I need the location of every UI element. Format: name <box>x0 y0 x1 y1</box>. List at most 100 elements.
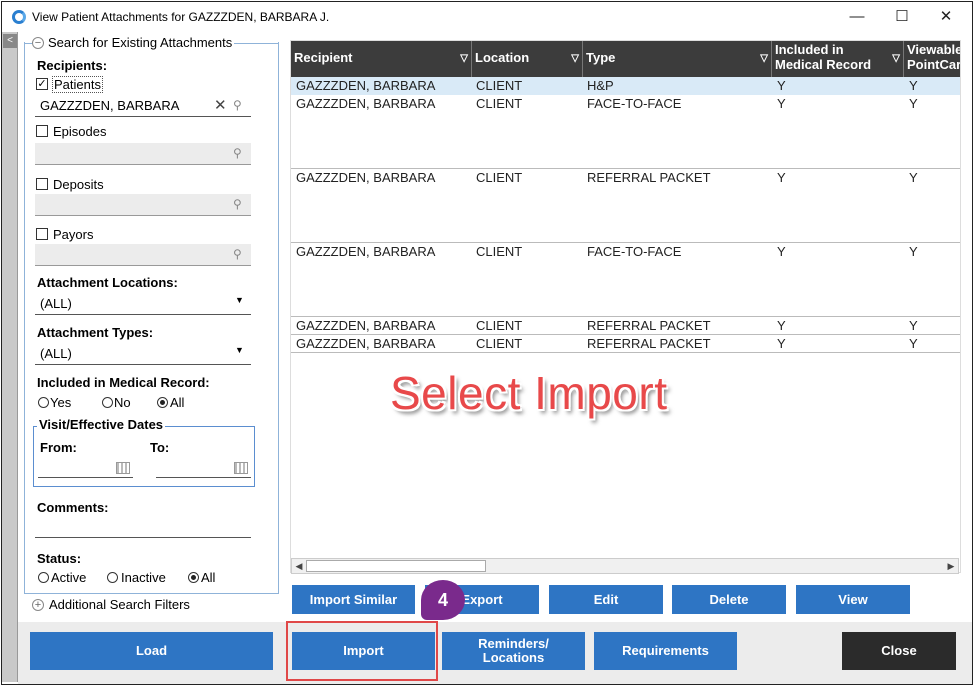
load-button[interactable]: Load <box>30 632 273 670</box>
episodes-label: Episodes <box>53 124 107 139</box>
cell-medrec: Y <box>777 170 786 185</box>
table-row[interactable]: GAZZZDEN, BARBARA CLIENT REFERRAL PACKET… <box>291 169 960 243</box>
episodes-search-field[interactable]: ⚲ <box>35 143 251 165</box>
medrec-all-label: All <box>170 395 185 410</box>
locations-label: Attachment Locations: <box>37 275 178 290</box>
cell-viewable: Y <box>909 244 918 259</box>
filter-icon[interactable]: ▽ <box>571 52 579 66</box>
search-icon[interactable]: ⚲ <box>233 247 242 261</box>
locations-select[interactable]: (ALL) ▼ <box>35 293 251 315</box>
col-header-location[interactable]: Location ▽ <box>472 41 583 77</box>
medrec-yes-label: Yes <box>50 395 72 410</box>
payors-search-field[interactable]: ⚲ <box>35 244 251 266</box>
scroll-right-icon[interactable]: ▶ <box>944 559 958 573</box>
edit-button[interactable]: Edit <box>549 585 663 614</box>
scroll-left-icon[interactable]: ◀ <box>292 559 306 573</box>
status-all-radio[interactable] <box>188 572 199 583</box>
col-header-recipient[interactable]: Recipient ▽ <box>291 41 472 77</box>
additional-filters-label[interactable]: Additional Search Filters <box>49 597 190 612</box>
cell-location: CLIENT <box>476 244 523 259</box>
deposits-label: Deposits <box>53 177 104 192</box>
status-active-label: Active <box>51 570 87 585</box>
dates-label: Visit/Effective Dates <box>37 417 166 432</box>
search-icon[interactable]: ⚲ <box>233 197 242 211</box>
table-row[interactable]: GAZZZDEN, BARBARA CLIENT REFERRAL PACKET… <box>291 317 960 335</box>
table-row[interactable]: GAZZZDEN, BARBARA CLIENT FACE-TO-FACE Y … <box>291 95 960 169</box>
cell-type: REFERRAL PACKET <box>587 170 711 185</box>
col-type-label: Type <box>586 50 616 65</box>
medrec-yes-radio[interactable] <box>38 397 49 408</box>
calendar-icon[interactable] <box>116 462 130 474</box>
col-header-type[interactable]: Type ▽ <box>583 41 772 77</box>
import-similar-button[interactable]: Import Similar <box>292 585 415 614</box>
requirements-button[interactable]: Requirements <box>594 632 737 670</box>
to-label: To: <box>150 440 170 455</box>
to-date-field[interactable] <box>156 456 251 478</box>
recipients-label: Recipients: <box>37 58 108 73</box>
close-button[interactable]: Close <box>842 632 956 670</box>
col-header-medrec[interactable]: Included in Medical Record ▽ <box>772 41 904 77</box>
cell-medrec: Y <box>777 96 786 111</box>
cell-medrec: Y <box>777 336 786 351</box>
patient-search-field[interactable]: GAZZZDEN, BARBARA ✕ ⚲ <box>35 95 251 117</box>
from-date-field[interactable] <box>38 456 133 478</box>
status-active-radio[interactable] <box>38 572 49 583</box>
filter-icon[interactable]: ▽ <box>892 52 900 66</box>
cell-type: REFERRAL PACKET <box>587 336 711 351</box>
table-row[interactable]: GAZZZDEN, BARBARA CLIENT REFERRAL PACKET… <box>291 335 960 353</box>
horizontal-scrollbar[interactable]: ◀ ▶ <box>291 558 959 574</box>
reminders-locations-button[interactable]: Reminders/ Locations <box>442 632 585 670</box>
scroll-thumb[interactable] <box>306 560 486 572</box>
col-medrec-label-line2: Medical Record <box>775 57 872 72</box>
medrec-all-radio[interactable] <box>157 397 168 408</box>
clear-icon[interactable]: ✕ <box>214 96 227 114</box>
maximize-button[interactable]: ☐ <box>885 6 919 28</box>
search-icon[interactable]: ⚲ <box>233 98 242 112</box>
step-badge: 4 <box>421 580 465 620</box>
cell-medrec: Y <box>777 318 786 333</box>
medrec-no-radio[interactable] <box>102 397 113 408</box>
cell-recipient: GAZZZDEN, BARBARA <box>296 96 436 111</box>
types-select[interactable]: (ALL) ▼ <box>35 343 251 365</box>
cell-location: CLIENT <box>476 78 523 93</box>
cell-medrec: Y <box>777 78 786 93</box>
reminders-label-line2: Locations <box>482 650 545 665</box>
deposits-checkbox[interactable] <box>36 178 48 190</box>
col-viewable-label-line2: PointCar <box>907 57 961 72</box>
filter-icon[interactable]: ▽ <box>760 52 768 66</box>
cell-location: CLIENT <box>476 318 523 333</box>
table-row[interactable]: GAZZZDEN, BARBARA CLIENT H&P Y Y <box>291 77 960 95</box>
cell-location: CLIENT <box>476 96 523 111</box>
close-window-button[interactable]: ✕ <box>929 6 963 28</box>
patients-checkbox[interactable]: ✓ <box>36 78 48 90</box>
payors-checkbox[interactable] <box>36 228 48 240</box>
patients-label[interactable]: Patients <box>52 76 103 93</box>
panel-border <box>230 43 279 44</box>
filter-icon[interactable]: ▽ <box>460 52 468 66</box>
minimize-button[interactable]: — <box>840 6 874 28</box>
collapse-minus-icon[interactable]: − <box>32 37 44 49</box>
col-location-label: Location <box>475 50 530 65</box>
dropdown-arrow-icon[interactable]: ▼ <box>235 345 244 355</box>
status-inactive-radio[interactable] <box>107 572 118 583</box>
comments-field[interactable] <box>35 516 251 538</box>
episodes-checkbox[interactable] <box>36 125 48 137</box>
collapse-strip[interactable]: < <box>2 32 18 682</box>
delete-button[interactable]: Delete <box>672 585 786 614</box>
expand-plus-icon[interactable]: + <box>32 599 44 611</box>
cell-recipient: GAZZZDEN, BARBARA <box>296 170 436 185</box>
calendar-icon[interactable] <box>234 462 248 474</box>
table-row[interactable]: GAZZZDEN, BARBARA CLIENT FACE-TO-FACE Y … <box>291 243 960 317</box>
search-icon[interactable]: ⚲ <box>233 146 242 160</box>
grid-header: Recipient ▽ Location ▽ Type ▽ Included i… <box>291 41 961 77</box>
patient-value: GAZZZDEN, BARBARA <box>40 98 180 113</box>
types-label: Attachment Types: <box>37 325 154 340</box>
collapse-arrow-icon[interactable]: < <box>3 34 17 48</box>
col-viewable-label-line1: Viewable <box>907 42 961 57</box>
view-button[interactable]: View <box>796 585 910 614</box>
col-header-viewable[interactable]: Viewable PointCar <box>904 41 961 77</box>
col-recipient-label: Recipient <box>294 50 353 65</box>
dropdown-arrow-icon[interactable]: ▼ <box>235 295 244 305</box>
deposits-search-field[interactable]: ⚲ <box>35 194 251 216</box>
status-all-label: All <box>201 570 216 585</box>
